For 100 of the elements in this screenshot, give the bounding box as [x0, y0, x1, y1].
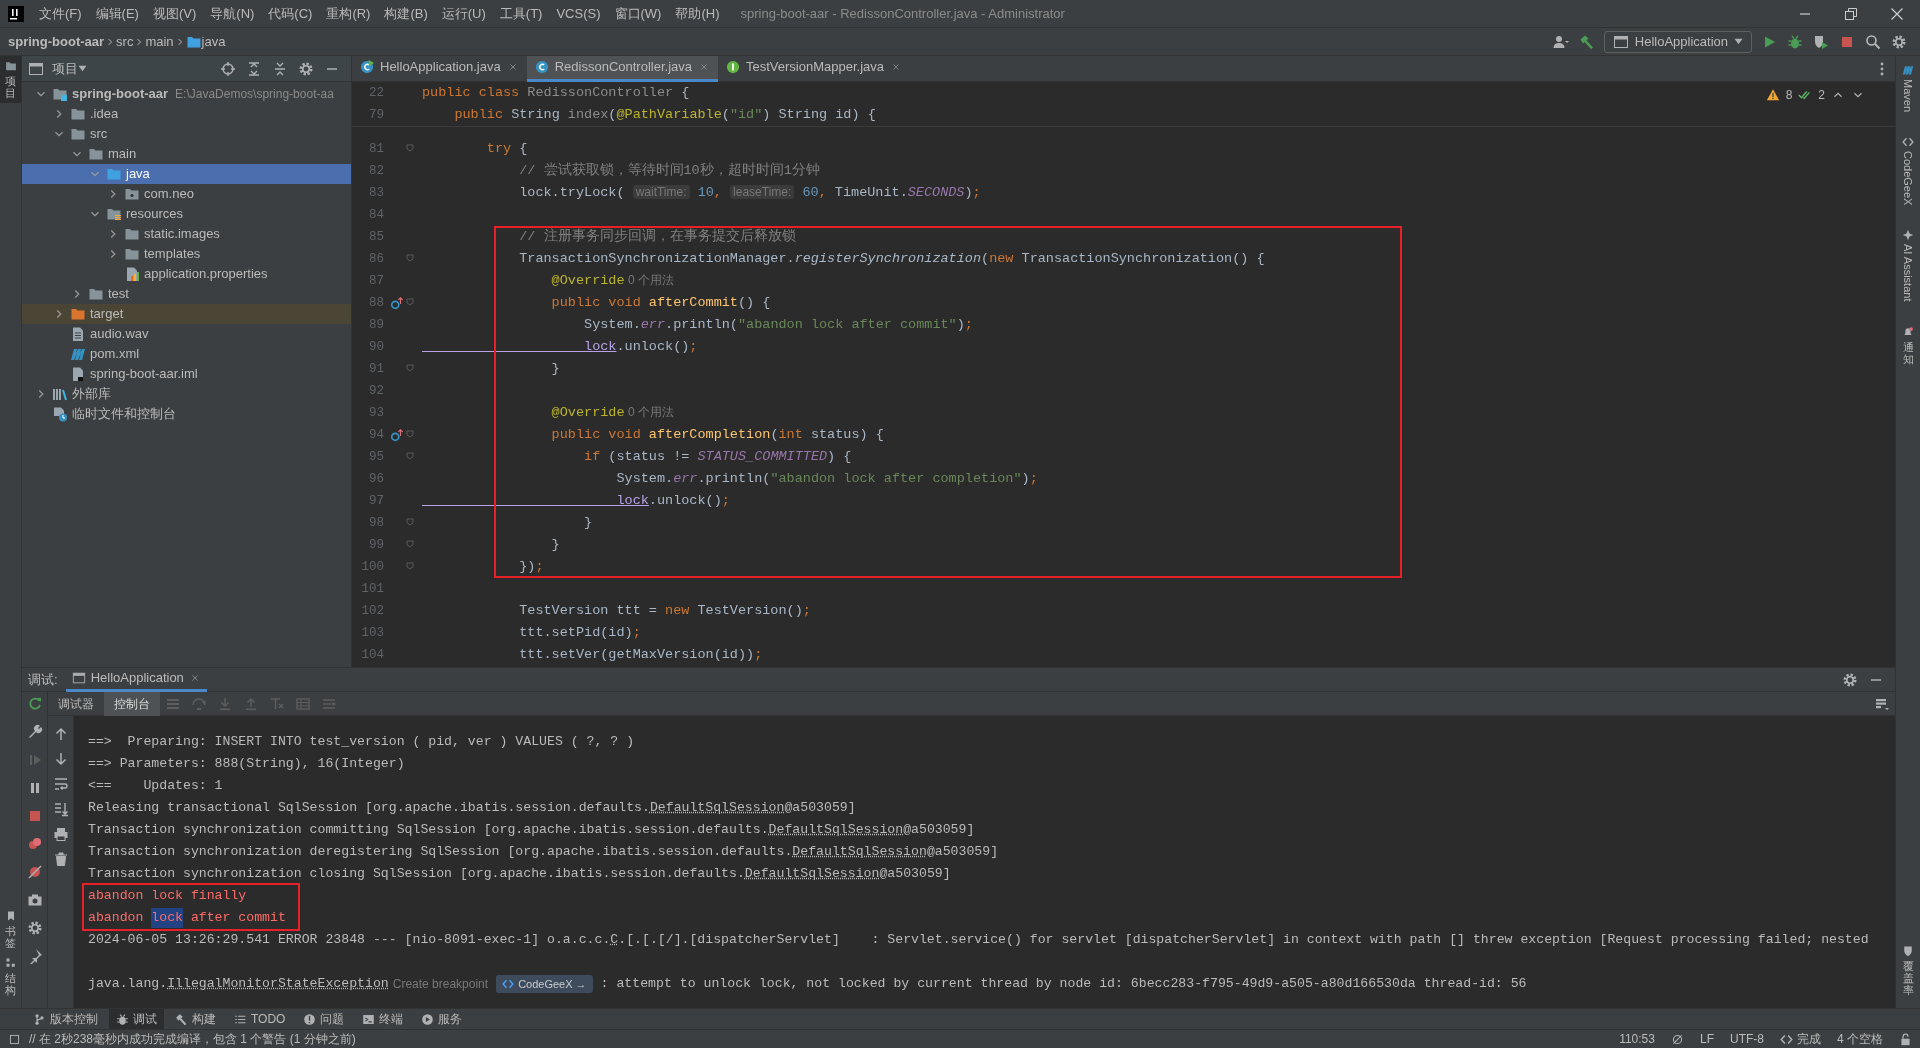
- restore-icon[interactable]: [1843, 5, 1859, 22]
- locate-icon[interactable]: [220, 60, 236, 77]
- tab[interactable]: 调试器: [48, 691, 104, 716]
- fold-marker-icon[interactable]: [404, 560, 416, 572]
- mute-breakpoints-icon[interactable]: [26, 864, 43, 880]
- codegeex-button[interactable]: CodeGeeX →: [496, 974, 593, 994]
- coverage-icon[interactable]: [1813, 33, 1829, 50]
- tree-item[interactable]: spring-boot-aar E:\JavaDemos\spring-boot-aa: [22, 84, 351, 104]
- close-icon[interactable]: [1889, 5, 1905, 22]
- tool-window-tab[interactable]: 通知: [1896, 321, 1920, 370]
- soft-wrap-icon[interactable]: [52, 776, 69, 792]
- indent-setting[interactable]: 4 个空格: [1837, 1030, 1883, 1048]
- breadcrumb[interactable]: src: [116, 31, 134, 52]
- hint-text[interactable]: Create breakpoint: [392, 975, 489, 993]
- rerun-icon[interactable]: [26, 696, 43, 712]
- trash-icon[interactable]: [52, 851, 69, 867]
- scroll-to-end-icon[interactable]: [52, 801, 69, 817]
- settings-icon[interactable]: [298, 60, 314, 77]
- search-icon[interactable]: [1865, 33, 1881, 50]
- warning-count[interactable]: 8: [1785, 86, 1793, 104]
- caret-icon[interactable]: [78, 64, 87, 73]
- tree-item[interactable]: com.neo: [22, 184, 351, 204]
- override-marker-icon[interactable]: [390, 296, 404, 310]
- tool-window-button[interactable]: TODO: [227, 1009, 293, 1029]
- hammer-icon[interactable]: [1578, 33, 1595, 50]
- breadcrumb[interactable]: java: [201, 31, 226, 52]
- breadcrumb[interactable]: main: [145, 31, 174, 52]
- editor-tab[interactable]: HelloApplication.java: [352, 55, 527, 82]
- menu-item[interactable]: 构建(B): [377, 3, 435, 24]
- fold-marker-icon[interactable]: [404, 362, 416, 374]
- check-count[interactable]: 2: [1818, 86, 1825, 104]
- tree-item[interactable]: main: [22, 144, 351, 164]
- tool-window-tab[interactable]: 项目: [0, 56, 21, 104]
- lock-icon[interactable]: [1899, 1032, 1912, 1046]
- editor-tab[interactable]: TestVersionMapper.java: [718, 55, 910, 82]
- close-icon[interactable]: [890, 61, 902, 73]
- tree-item[interactable]: static.images: [22, 224, 351, 244]
- tree-item[interactable]: spring-boot-aar.iml: [22, 364, 351, 384]
- panel-toggle-icon[interactable]: [8, 1032, 21, 1046]
- menu-item[interactable]: 帮助(H): [668, 3, 727, 24]
- expand-all-icon[interactable]: [246, 60, 262, 77]
- line-separator[interactable]: LF: [1699, 1030, 1714, 1048]
- settings-icon[interactable]: [26, 920, 43, 936]
- tree-item[interactable]: 临时文件和控制台: [22, 404, 351, 424]
- menu-item[interactable]: 工具(T): [492, 3, 550, 24]
- fold-marker-icon[interactable]: [404, 142, 416, 154]
- tool-window-tab[interactable]: 结构: [0, 952, 21, 1000]
- collapse-all-icon[interactable]: [272, 60, 288, 77]
- file-encoding[interactable]: UTF-8: [1730, 1030, 1764, 1048]
- tree-item[interactable]: test: [22, 284, 351, 304]
- tool-window-button[interactable]: 调试: [109, 1009, 164, 1029]
- tree-item[interactable]: pom.xml: [22, 344, 351, 364]
- tool-window-tab[interactable]: AI Assistant: [1896, 225, 1920, 306]
- tool-window-button[interactable]: 问题: [296, 1009, 352, 1029]
- tree-item[interactable]: java: [22, 164, 351, 184]
- fold-marker-icon[interactable]: [404, 428, 416, 440]
- menu-item[interactable]: 代码(C): [261, 3, 320, 24]
- user-icon[interactable]: [1552, 33, 1569, 50]
- fold-marker-icon[interactable]: [404, 296, 416, 308]
- cursor-position[interactable]: 110:53: [1619, 1030, 1655, 1048]
- tool-window-tab[interactable]: CodeGeeX: [1896, 132, 1920, 210]
- run-config-dropdown[interactable]: HelloApplication: [1603, 30, 1752, 53]
- menu-item[interactable]: 文件(F): [32, 3, 89, 24]
- tool-window-tab[interactable]: 覆盖率: [1896, 940, 1920, 1000]
- override-marker-icon[interactable]: [390, 428, 404, 442]
- menu-item[interactable]: 视图(V): [145, 3, 204, 24]
- tree-item[interactable]: target: [22, 304, 351, 324]
- tool-window-button[interactable]: 构建: [168, 1009, 223, 1029]
- menu-item[interactable]: 运行(U): [434, 3, 493, 24]
- tool-window-button[interactable]: 版本控制: [26, 1009, 105, 1029]
- print-icon[interactable]: [52, 826, 69, 842]
- tool-window-tab[interactable]: Maven: [1896, 60, 1920, 117]
- menu-item[interactable]: 导航(N): [203, 3, 262, 24]
- assistant-status[interactable]: 完成: [1780, 1030, 1821, 1048]
- tree-item[interactable]: resources: [22, 204, 351, 224]
- menu-item[interactable]: 重构(R): [319, 3, 378, 24]
- tree-item[interactable]: audio.wav: [22, 324, 351, 344]
- fold-marker-icon[interactable]: [404, 516, 416, 528]
- settings-icon[interactable]: [1891, 33, 1907, 50]
- tool-window-button[interactable]: 服务: [414, 1009, 470, 1029]
- tree-item[interactable]: src: [22, 124, 351, 144]
- no-inspection-icon[interactable]: [1670, 1032, 1684, 1046]
- editor-tab[interactable]: RedissonController.java: [526, 55, 718, 82]
- menu-item[interactable]: 窗口(W): [607, 3, 669, 24]
- fold-marker-icon[interactable]: [404, 450, 416, 462]
- tree-item[interactable]: templates: [22, 244, 351, 264]
- menu-item[interactable]: 编辑(E): [88, 3, 146, 24]
- debug-icon[interactable]: [1787, 33, 1803, 50]
- fold-marker-icon[interactable]: [404, 538, 416, 550]
- link[interactable]: IllegalMonitorStateException: [167, 974, 389, 994]
- tool-window-button[interactable]: 终端: [355, 1009, 411, 1029]
- panel-title[interactable]: 项目: [52, 58, 78, 79]
- settings-icon[interactable]: [1842, 671, 1858, 688]
- breakpoints-icon[interactable]: [26, 836, 43, 852]
- tree-item[interactable]: .idea: [22, 104, 351, 124]
- tool-window-tab[interactable]: 书签: [0, 905, 21, 953]
- tree-item[interactable]: 外部库: [22, 384, 351, 404]
- tree-item[interactable]: application.properties: [22, 264, 351, 284]
- menu-item[interactable]: VCS(S): [549, 3, 608, 24]
- breadcrumb[interactable]: spring-boot-aar: [8, 31, 105, 52]
